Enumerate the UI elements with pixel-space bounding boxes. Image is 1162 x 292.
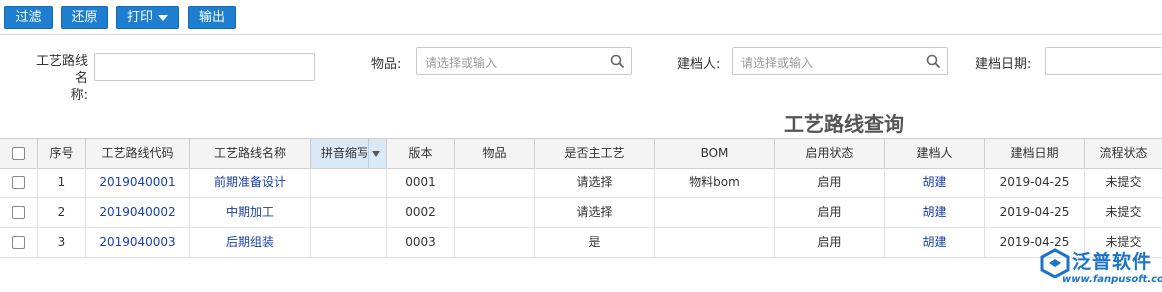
date-input[interactable] — [1045, 47, 1162, 75]
cell-name-link[interactable]: 前期准备设计 — [190, 168, 311, 197]
route-name-label-line1: 工艺路线名 — [35, 54, 88, 86]
cell-bom — [655, 228, 775, 257]
table-header: 序号 工艺路线代码 工艺路线名称 拼音缩写 版本 物品 是否主工艺 BOM 启用… — [0, 139, 1162, 169]
col-header-bom[interactable]: BOM — [655, 139, 775, 168]
cell-creator-link[interactable]: 胡建 — [885, 168, 985, 197]
cell-status: 启用 — [775, 228, 885, 257]
table-row[interactable]: 3 2019040003 后期组装 0003 是 启用 胡建 2019-04-2… — [0, 228, 1162, 258]
page-title: 工艺路线查询 — [784, 112, 904, 136]
cell-main: 请选择 — [535, 168, 655, 197]
creator-label: 建档人: — [677, 57, 721, 72]
chevron-down-icon — [158, 14, 168, 21]
col-header-code[interactable]: 工艺路线代码 — [86, 139, 190, 168]
cell-date: 2019-04-25 — [985, 198, 1085, 227]
cell-no: 2 — [38, 198, 86, 227]
cell-pinyin — [311, 168, 387, 197]
cell-date: 2019-04-25 — [985, 168, 1085, 197]
cell-no: 1 — [38, 168, 86, 197]
cell-name-link[interactable]: 后期组装 — [190, 228, 311, 257]
col-header-version[interactable]: 版本 — [387, 139, 455, 168]
search-icon[interactable] — [926, 54, 941, 69]
table-row[interactable]: 2 2019040002 中期加工 0002 请选择 启用 胡建 2019-04… — [0, 198, 1162, 228]
item-label: 物品: — [371, 57, 402, 72]
row-checkbox[interactable] — [12, 206, 25, 219]
cell-version: 0002 — [387, 198, 455, 227]
cell-bom — [655, 198, 775, 227]
cell-pinyin — [311, 198, 387, 227]
row-checkbox-cell — [0, 198, 38, 227]
cell-main: 请选择 — [535, 198, 655, 227]
col-header-no[interactable]: 序号 — [38, 139, 86, 168]
col-header-flow[interactable]: 流程状态 — [1085, 139, 1162, 168]
cell-item — [455, 228, 535, 257]
cell-main: 是 — [535, 228, 655, 257]
cell-creator-link[interactable]: 胡建 — [885, 228, 985, 257]
search-icon[interactable] — [610, 54, 625, 69]
cell-code-link[interactable]: 2019040001 — [86, 168, 190, 197]
filter-button[interactable]: 过滤 — [4, 6, 53, 29]
row-checkbox[interactable] — [12, 236, 25, 249]
cell-flow: 未提交 — [1105, 175, 1142, 189]
table-row[interactable]: 1 2019040001 前期准备设计 0001 请选择 物料bom 启用 胡建… — [0, 168, 1162, 198]
row-checkbox[interactable] — [12, 176, 25, 189]
row-checkbox-cell — [0, 228, 38, 257]
item-placeholder: 请选择或输入 — [425, 56, 498, 70]
cell-code-link[interactable]: 2019040003 — [86, 228, 190, 257]
restore-button[interactable]: 还原 — [61, 6, 108, 29]
creator-placeholder: 请选择或输入 — [741, 56, 814, 70]
toolbar-divider — [0, 34, 1162, 35]
route-name-label-line2: 称: — [70, 88, 88, 103]
select-all-checkbox[interactable] — [12, 147, 25, 160]
col-header-pinyin-label: 拼音缩写 — [321, 146, 367, 160]
data-grid: 序号 工艺路线代码 工艺路线名称 拼音缩写 版本 物品 是否主工艺 BOM 启用… — [0, 138, 1162, 258]
col-header-pinyin[interactable]: 拼音缩写 — [311, 139, 387, 168]
logo-url: www.fanpusoft.com — [1062, 274, 1162, 285]
col-header-creator[interactable]: 建档人 — [885, 139, 985, 168]
row-checkbox-cell — [0, 168, 38, 197]
cell-item — [455, 198, 535, 227]
col-header-name[interactable]: 工艺路线名称 — [190, 139, 311, 168]
cell-item — [455, 168, 535, 197]
company-logo: 泛普软件 www.fanpusoft.com — [1040, 244, 1162, 290]
col-header-status[interactable]: 启用状态 — [775, 139, 885, 168]
cell-name-link[interactable]: 中期加工 — [190, 198, 311, 227]
date-label: 建档日期: — [975, 57, 1032, 72]
print-label: 打印 — [126, 10, 153, 25]
print-button[interactable]: 打印 — [116, 6, 179, 29]
item-input[interactable]: 请选择或输入 — [416, 47, 632, 75]
col-header-main[interactable]: 是否主工艺 — [535, 139, 655, 168]
col-header-date[interactable]: 建档日期 — [985, 139, 1085, 168]
cell-version: 0001 — [387, 168, 455, 197]
cell-bom: 物料bom — [655, 168, 775, 197]
toolbar: 过滤 还原 打印 输出 — [0, 0, 1162, 34]
col-header-item[interactable]: 物品 — [455, 139, 535, 168]
creator-input[interactable]: 请选择或输入 — [732, 47, 948, 75]
logo-name: 泛普软件 — [1072, 251, 1153, 273]
cell-no: 3 — [38, 228, 86, 257]
select-all-checkbox-cell — [0, 139, 38, 168]
column-menu-icon[interactable] — [368, 139, 383, 168]
cell-status: 启用 — [775, 198, 885, 227]
cell-status: 启用 — [775, 168, 885, 197]
cell-version: 0003 — [387, 228, 455, 257]
route-name-input[interactable] — [94, 53, 315, 81]
route-name-label: 工艺路线名 称: — [24, 53, 88, 104]
cell-pinyin — [311, 228, 387, 257]
cell-creator-link[interactable]: 胡建 — [885, 198, 985, 227]
cell-flow: 未提交 — [1105, 205, 1142, 219]
cell-code-link[interactable]: 2019040002 — [86, 198, 190, 227]
export-button[interactable]: 输出 — [188, 6, 236, 29]
